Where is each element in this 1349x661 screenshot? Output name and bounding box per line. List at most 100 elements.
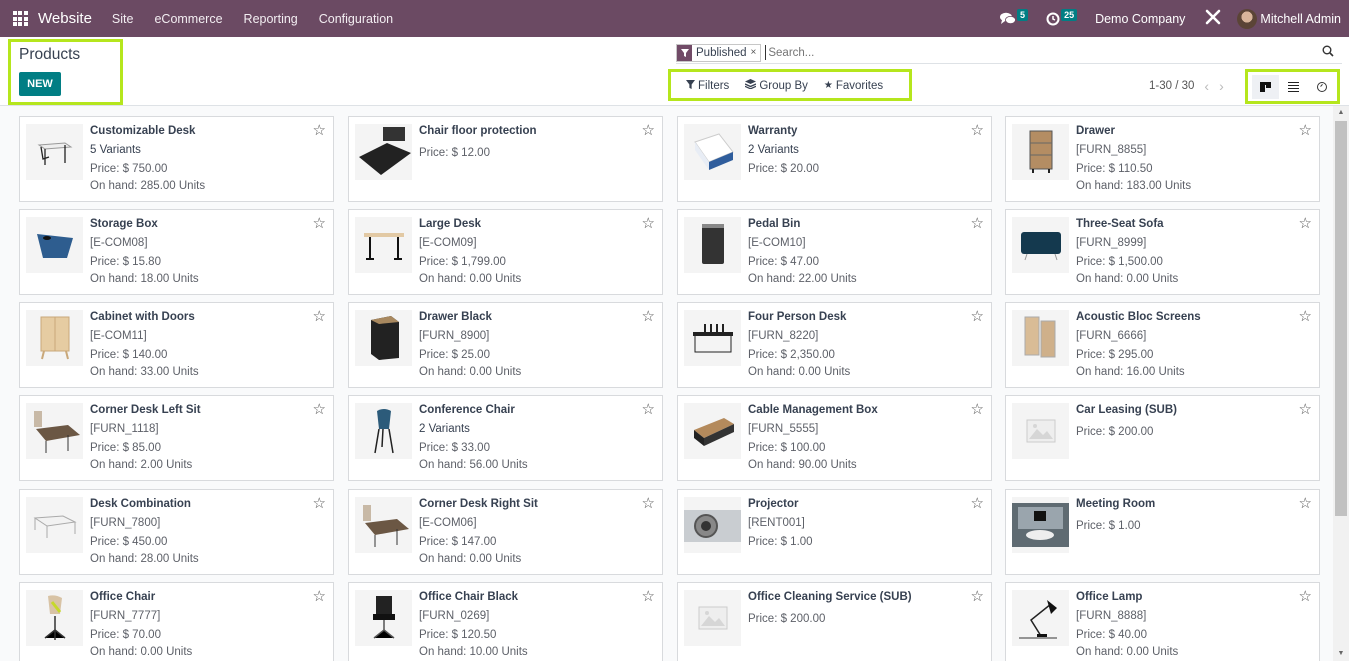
favorite-star-icon[interactable]: ☆ [313,496,326,511]
filters-button[interactable]: Filters [686,79,729,92]
product-card[interactable]: Projector [RENT001] Price: $ 1.00 ☆ [677,489,992,575]
product-card[interactable]: Desk Combination [FURN_7800] Price: $ 450.… [19,489,334,575]
product-card[interactable]: Drawer [FURN_8855] Price: $ 110.50 On hand:… [1005,116,1320,202]
product-price: Price: $ 20.00 [748,163,819,175]
debug-tools-button[interactable] [1205,9,1221,28]
favorite-star-icon[interactable]: ☆ [1299,496,1312,511]
favorites-button[interactable]: ★ Favorites [824,80,883,92]
product-on-hand: On hand: 0.00 Units [419,366,522,378]
product-card[interactable]: Meeting Room Price: $ 1.00 ☆ [1005,489,1320,575]
product-name: Pedal Bin [748,218,801,230]
product-price: Price: $ 47.00 [748,256,819,268]
favorite-star-icon[interactable]: ☆ [642,589,655,604]
search-facet-published[interactable]: Published × [676,43,762,62]
product-card[interactable]: Drawer Black [FURN_8900] Price: $ 25.00 On … [348,302,663,388]
product-price: Price: $ 1,500.00 [1076,256,1163,268]
product-card[interactable]: Car Leasing (SUB) Price: $ 200.00 ☆ [1005,395,1320,481]
product-card[interactable]: Warranty 2 Variants Price: $ 20.00 ☆ [677,116,992,202]
favorite-star-icon[interactable]: ☆ [1299,402,1312,417]
scroll-down-arrow[interactable]: ▼ [1333,647,1349,661]
favorite-star-icon[interactable]: ☆ [971,216,984,231]
menu-configuration[interactable]: Configuration [319,12,393,26]
pager-previous-icon[interactable]: ‹ [1204,78,1209,94]
star-filled-icon: ★ [823,80,833,91]
scrollbar-thumb[interactable] [1335,121,1347,516]
product-card[interactable]: Cabinet with Doors [E-COM11] Price: $ 140.… [19,302,334,388]
favorite-star-icon[interactable]: ☆ [1299,309,1312,324]
pager-value[interactable]: 1-30 / 30 [1149,80,1194,92]
favorite-star-icon[interactable]: ☆ [642,496,655,511]
menu-site[interactable]: Site [112,12,134,26]
messages-button[interactable]: 5 [1000,8,1029,25]
favorite-star-icon[interactable]: ☆ [642,216,655,231]
product-card[interactable]: Office Chair Black [FURN_0269] Price: $ 12… [348,582,663,661]
product-image [684,217,741,273]
user-menu[interactable]: Mitchell Admin [1260,12,1341,26]
product-card[interactable]: Storage Box [E-COM08] Price: $ 15.80 On han… [19,209,334,295]
product-on-hand: On hand: 10.00 Units [419,646,528,658]
company-switcher[interactable]: Demo Company [1095,12,1185,26]
favorite-star-icon[interactable]: ☆ [642,402,655,417]
favorite-star-icon[interactable]: ☆ [971,496,984,511]
kanban-view-button[interactable] [1252,75,1279,99]
activities-button[interactable]: 25 [1046,8,1078,26]
list-view-button[interactable] [1280,75,1307,99]
favorite-star-icon[interactable]: ☆ [313,216,326,231]
product-name: Corner Desk Right Sit [419,498,538,510]
group-by-button[interactable]: Group By [745,79,808,92]
favorite-star-icon[interactable]: ☆ [1299,589,1312,604]
product-card[interactable]: Office Lamp [FURN_8888] Price: $ 40.00 On h… [1005,582,1320,661]
product-card[interactable]: Corner Desk Left Sit [FURN_1118] Price: $ … [19,395,334,481]
product-card[interactable]: Corner Desk Right Sit [E-COM06] Price: $ 1… [348,489,663,575]
activity-clock-icon [1316,82,1327,92]
search-icon[interactable] [1322,45,1334,60]
favorite-star-icon[interactable]: ☆ [642,123,655,138]
scroll-up-arrow[interactable]: ▲ [1333,106,1349,120]
product-card[interactable]: Customizable Desk 5 Variants Price: $ 750.… [19,116,334,202]
product-card[interactable]: Large Desk [E-COM09] Price: $ 1,799.00 On h… [348,209,663,295]
favorite-star-icon[interactable]: ☆ [971,402,984,417]
favorite-star-icon[interactable]: ☆ [313,402,326,417]
product-reference: [E-COM10] [748,237,806,249]
product-card[interactable]: Four Person Desk [FURN_8220] Price: $ 2,35… [677,302,992,388]
favorite-star-icon[interactable]: ☆ [971,589,984,604]
favorite-star-icon[interactable]: ☆ [1299,216,1312,231]
product-name: Drawer Black [419,311,492,323]
product-price: Price: $ 1,799.00 [419,256,506,268]
menu-ecommerce[interactable]: eCommerce [154,12,222,26]
user-avatar[interactable] [1237,8,1258,29]
product-reference: [E-COM09] [419,237,477,249]
product-name: Corner Desk Left Sit [90,404,201,416]
favorite-star-icon[interactable]: ☆ [313,123,326,138]
app-name[interactable]: Website [38,10,92,27]
product-card[interactable]: Chair floor protection Price: $ 12.00 ☆ [348,116,663,202]
pager-next-icon[interactable]: › [1219,78,1224,94]
favorite-star-icon[interactable]: ☆ [642,309,655,324]
product-price: Price: $ 25.00 [419,349,490,361]
product-card[interactable]: Conference Chair 2 Variants Price: $ 33.00… [348,395,663,481]
product-card[interactable]: Cable Management Box [FURN_5555] Price: $ … [677,395,992,481]
facet-remove-icon[interactable]: × [751,47,757,58]
product-card[interactable]: Acoustic Bloc Screens [FURN_6666] Price: $… [1005,302,1320,388]
product-on-hand: On hand: 28.00 Units [90,553,199,565]
product-price: Price: $ 12.00 [419,147,490,159]
favorite-star-icon[interactable]: ☆ [971,123,984,138]
vertical-scrollbar[interactable]: ▲ ▼ [1333,106,1349,661]
favorite-star-icon[interactable]: ☆ [1299,123,1312,138]
product-card[interactable]: Office Cleaning Service (SUB) Price: $ 20… [677,582,992,661]
product-card[interactable]: Office Chair [FURN_7777] Price: $ 70.00 On … [19,582,334,661]
product-image [1012,310,1069,366]
new-button[interactable]: NEW [19,72,61,96]
favorite-star-icon[interactable]: ☆ [313,309,326,324]
apps-menu-button[interactable] [0,0,40,37]
search-input[interactable] [765,45,1286,60]
product-card[interactable]: Pedal Bin [E-COM10] Price: $ 47.00 On hand:… [677,209,992,295]
menu-reporting[interactable]: Reporting [244,12,298,26]
activity-view-button[interactable] [1308,75,1335,99]
favorite-star-icon[interactable]: ☆ [971,309,984,324]
favorite-star-icon[interactable]: ☆ [313,589,326,604]
product-card[interactable]: Three-Seat Sofa [FURN_8999] Price: $ 1,500… [1005,209,1320,295]
product-image [26,310,83,366]
apps-grid-icon [12,11,28,26]
product-image [1012,590,1069,646]
